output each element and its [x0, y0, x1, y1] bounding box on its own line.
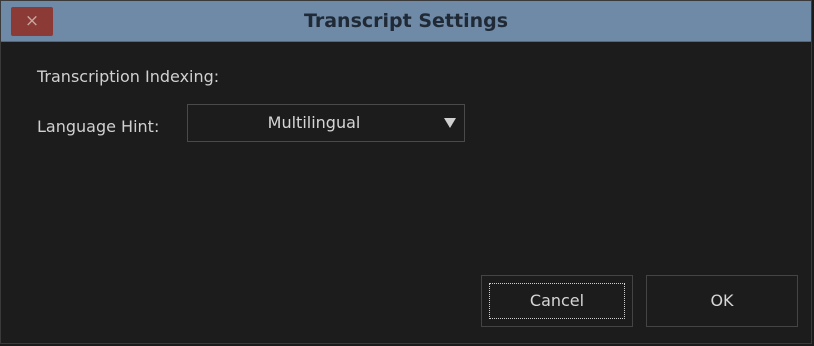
cancel-button-label: Cancel [529, 291, 585, 310]
language-hint-label: Language Hint: [37, 117, 160, 136]
cancel-button[interactable]: Cancel [481, 275, 633, 327]
dialog-title: Transcript Settings [303, 10, 509, 32]
language-hint-select[interactable]: Multilingual [187, 104, 465, 142]
ok-button-label: OK [710, 291, 734, 310]
transcript-settings-dialog: × Transcript Settings Transcription Inde… [0, 0, 812, 344]
ok-button[interactable]: OK [646, 275, 798, 327]
transcription-indexing-label: Transcription Indexing: [37, 67, 220, 86]
chevron-down-icon [444, 118, 456, 128]
language-hint-value: Multilingual [267, 113, 361, 132]
title-bar[interactable]: × Transcript Settings [1, 1, 811, 42]
